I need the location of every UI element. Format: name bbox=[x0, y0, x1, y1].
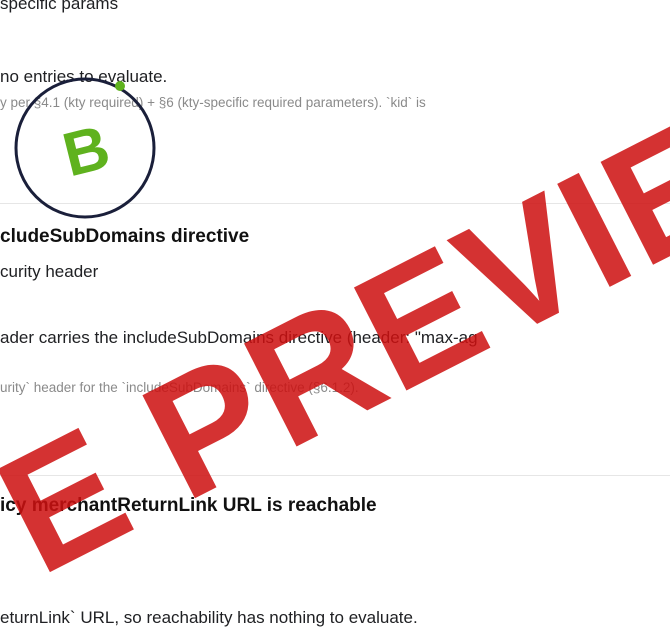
check-2-title: cludeSubDomains directive bbox=[0, 226, 250, 247]
section-divider bbox=[0, 475, 670, 476]
section-divider bbox=[0, 203, 670, 204]
check-3-title: icy merchantReturnLink URL is reachable bbox=[0, 495, 377, 516]
check-1-note: y per §4.1 (kty required) + §6 (kty-spec… bbox=[0, 95, 426, 110]
check-3-result: eturnLink` URL, so reachability has noth… bbox=[0, 608, 418, 627]
check-1-subtitle: specific params bbox=[0, 0, 119, 13]
check-2-note: urity` header for the `includeSubDomains… bbox=[0, 380, 359, 395]
check-1-result: no entries to evaluate. bbox=[0, 67, 168, 86]
badge-letter: B bbox=[56, 113, 116, 191]
check-2-result: ader carries the includeSubDomains direc… bbox=[0, 328, 478, 347]
check-2-subtitle: curity header bbox=[0, 262, 99, 281]
